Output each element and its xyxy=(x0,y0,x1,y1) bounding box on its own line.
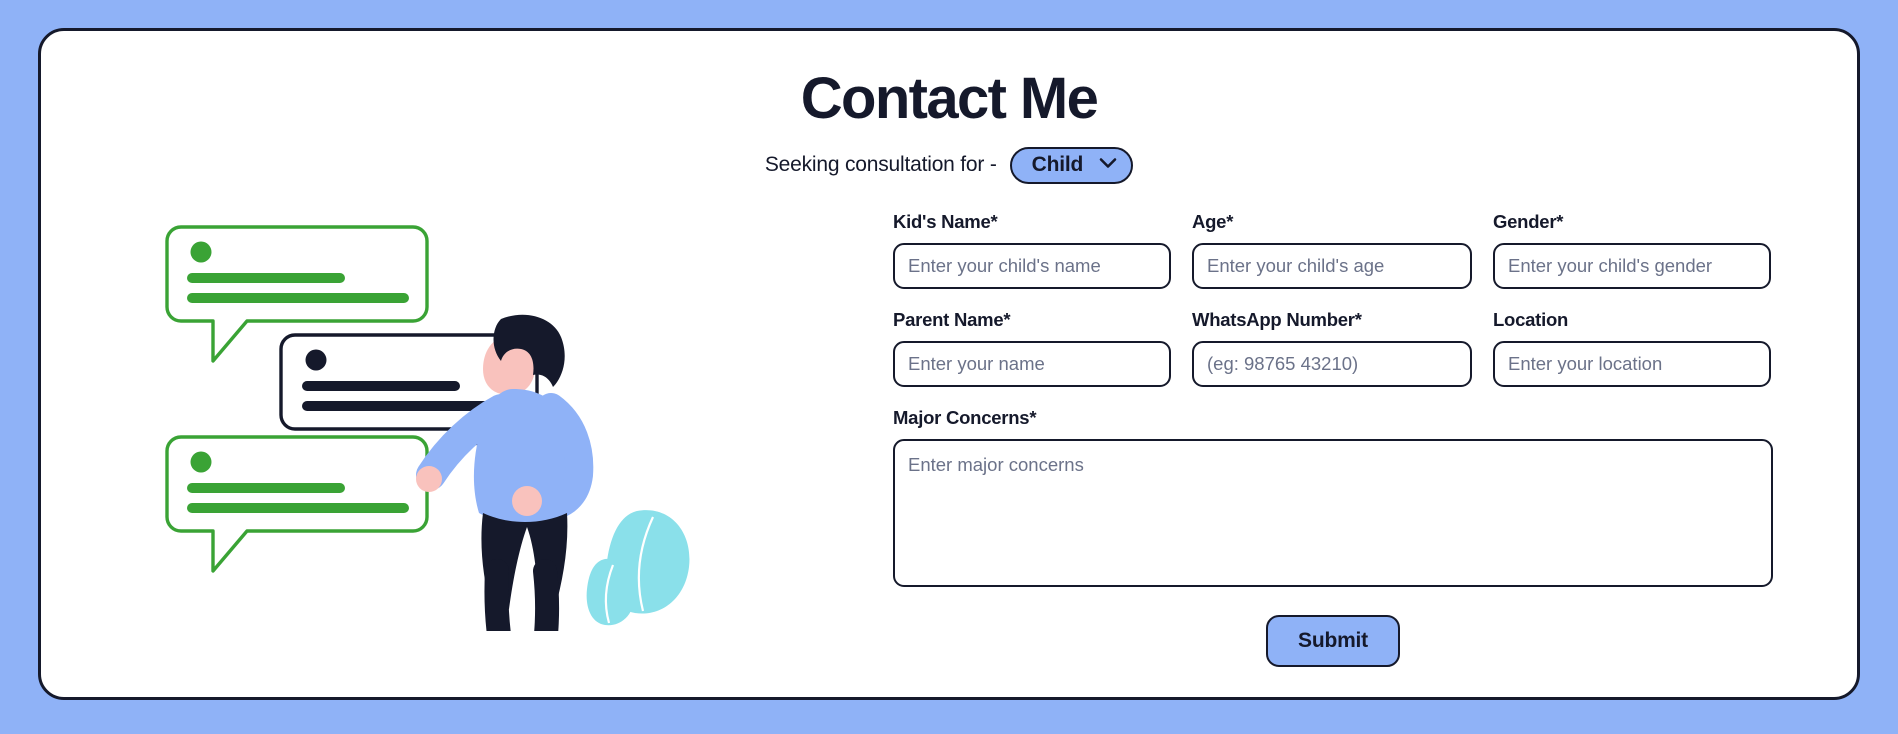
label-major-concerns: Major Concerns* xyxy=(893,407,1037,428)
required-marker: * xyxy=(1003,309,1011,330)
chat-bubbles-person-illustration xyxy=(161,211,801,681)
required-marker: * xyxy=(990,211,998,232)
required-marker: * xyxy=(1029,407,1037,428)
subtitle-row: Seeking consultation for - Child xyxy=(41,146,1857,184)
kids-name-input[interactable] xyxy=(893,243,1171,289)
label-location: Location xyxy=(1493,309,1569,330)
field-whatsapp-number: WhatsApp Number* xyxy=(1192,309,1472,387)
parent-name-input[interactable] xyxy=(893,341,1171,387)
gender-input[interactable] xyxy=(1493,243,1771,289)
chevron-down-icon xyxy=(1099,156,1117,174)
field-kids-name: Kid's Name* xyxy=(893,211,1171,289)
age-input[interactable] xyxy=(1192,243,1472,289)
label-whatsapp-number: WhatsApp Number* xyxy=(1192,309,1362,330)
label-age: Age* xyxy=(1192,211,1234,232)
page-title: Contact Me xyxy=(800,66,1099,131)
consultation-for-value: Child xyxy=(1031,152,1084,176)
green-bubble-bottom xyxy=(165,435,429,573)
required-marker: * xyxy=(1556,211,1564,232)
consultation-for-select[interactable]: Child xyxy=(1009,146,1134,184)
form-row-2: Parent Name* WhatsApp Number* Location xyxy=(893,309,1773,387)
submit-row: Submit xyxy=(893,615,1773,667)
contact-card: Contact Me Seeking consultation for - Ch… xyxy=(38,28,1860,700)
submit-button[interactable]: Submit xyxy=(1266,615,1400,667)
field-parent-name: Parent Name* xyxy=(893,309,1171,387)
field-major-concerns: Major Concerns* xyxy=(893,407,1773,587)
major-concerns-textarea[interactable] xyxy=(893,439,1773,587)
subtitle-label: Seeking consultation for - xyxy=(764,153,997,177)
label-gender: Gender* xyxy=(1493,211,1564,232)
location-input[interactable] xyxy=(1493,341,1771,387)
field-location: Location xyxy=(1493,309,1771,387)
field-age: Age* xyxy=(1192,211,1472,289)
page-root: Contact Me Seeking consultation for - Ch… xyxy=(0,0,1898,734)
header: Contact Me Seeking consultation for - Ch… xyxy=(41,66,1857,184)
whatsapp-number-input[interactable] xyxy=(1192,341,1472,387)
contact-form: Kid's Name* Age* Gender* xyxy=(893,211,1773,667)
plant-decoration xyxy=(586,510,690,626)
label-kids-name: Kid's Name* xyxy=(893,211,998,232)
field-gender: Gender* xyxy=(1493,211,1771,289)
form-row-3: Major Concerns* xyxy=(893,407,1773,587)
required-marker: * xyxy=(1226,211,1234,232)
label-parent-name: Parent Name* xyxy=(893,309,1011,330)
required-marker: * xyxy=(1354,309,1362,330)
form-row-1: Kid's Name* Age* Gender* xyxy=(893,211,1773,289)
